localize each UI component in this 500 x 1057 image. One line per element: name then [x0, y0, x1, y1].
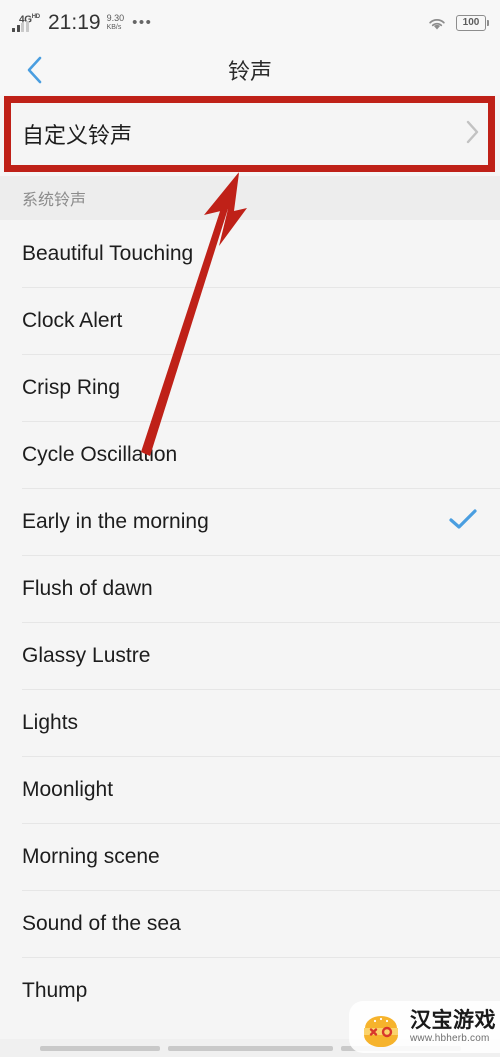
overflow-dots-icon: •••	[132, 14, 153, 31]
watermark-text: 汉宝游戏 www.hbherb.com	[410, 1010, 496, 1044]
custom-ringtone-row[interactable]: 自定义铃声	[0, 96, 500, 172]
ringtone-name: Sound of the sea	[22, 911, 181, 935]
ringtone-row[interactable]: Early in the morning	[0, 488, 500, 555]
nav-home-hint[interactable]	[167, 1045, 333, 1051]
ringtone-row[interactable]: Glassy Lustre	[0, 622, 500, 689]
ringtone-row[interactable]: Beautiful Touching	[0, 220, 500, 287]
section-header-label: 系统铃声	[22, 192, 87, 209]
ringtone-row[interactable]: Sound of the sea	[0, 890, 500, 957]
signal-bars-icon	[12, 20, 29, 32]
ringtone-name: Flush of dawn	[22, 576, 153, 600]
checkmark-icon	[448, 507, 478, 536]
nav-back-hint[interactable]	[39, 1045, 160, 1051]
ringtone-name: Morning scene	[22, 844, 160, 868]
back-button[interactable]	[14, 52, 54, 88]
status-bar-right: 100	[426, 14, 489, 32]
ringtone-list: Beautiful Touching Clock Alert Crisp Ring C…	[0, 220, 500, 1024]
section-header-system-ringtones: 系统铃声	[0, 176, 500, 220]
network-speed-value: 9.30	[106, 13, 125, 23]
status-bar-left: 4GHD 21:19 9.30 KB/s •••	[12, 12, 152, 34]
page-title: 铃声	[227, 59, 272, 84]
watermark-title: 汉宝游戏	[410, 1009, 496, 1032]
network-hd-label: HD	[31, 13, 40, 20]
custom-ringtone-label: 自定义铃声	[22, 123, 133, 148]
chevron-left-icon	[27, 56, 42, 84]
ringtone-row[interactable]: Moonlight	[0, 756, 500, 823]
watermark-url: www.hbherb.com	[410, 1033, 490, 1044]
watermark: 汉宝游戏 www.hbherb.com	[349, 1001, 500, 1053]
signal-strength-icon: 4GHD	[12, 12, 42, 34]
ringtone-row[interactable]: Flush of dawn	[0, 555, 500, 622]
burger-logo-icon	[364, 1016, 398, 1047]
ringtone-name: Cycle Oscillation	[22, 442, 178, 466]
chevron-right-icon	[464, 118, 480, 151]
battery-icon: 100	[456, 14, 489, 31]
ringtone-name: Thump	[22, 978, 88, 1002]
ringtone-name: Crisp Ring	[22, 375, 121, 399]
title-bar: 铃声	[0, 45, 500, 95]
battery-level-label: 100	[462, 16, 480, 28]
ringtone-name: Beautiful Touching	[22, 241, 194, 265]
status-bar: 4GHD 21:19 9.30 KB/s ••• 100	[0, 0, 500, 45]
ringtone-row[interactable]: Lights	[0, 689, 500, 756]
network-speed-unit: KB/s	[106, 24, 122, 31]
ringtone-name: Moonlight	[22, 777, 114, 801]
wifi-icon	[429, 18, 445, 29]
network-speed-indicator: 9.30 KB/s	[107, 14, 125, 32]
ringtone-row[interactable]: Crisp Ring	[0, 354, 500, 421]
ringtone-name: Clock Alert	[22, 308, 123, 332]
ringtone-row[interactable]: Cycle Oscillation	[0, 421, 500, 488]
ringtone-row[interactable]: Clock Alert	[0, 287, 500, 354]
status-clock: 21:19	[48, 11, 101, 34]
ringtone-row[interactable]: Morning scene	[0, 823, 500, 890]
ringtone-name: Early in the morning	[22, 509, 209, 533]
ringtone-name: Lights	[22, 710, 79, 734]
ringtone-name: Glassy Lustre	[22, 643, 151, 667]
phone-screen: 4GHD 21:19 9.30 KB/s ••• 100 铃声 自定义铃声 系统…	[0, 0, 500, 1057]
